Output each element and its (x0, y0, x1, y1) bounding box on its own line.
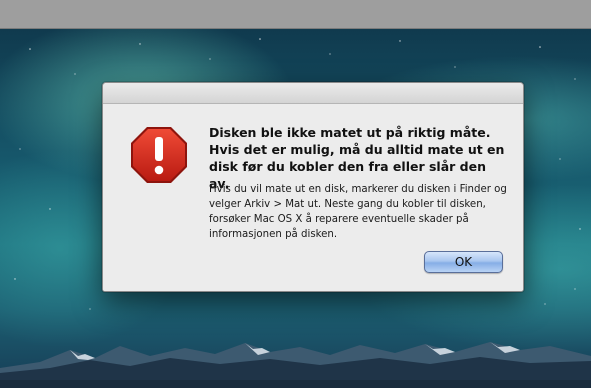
stop-exclamation-icon (131, 127, 187, 183)
top-bar (0, 0, 591, 29)
alert-details: Hvis du vil mate ut en disk, markerer du… (209, 184, 507, 240)
ok-button[interactable]: OK (424, 251, 503, 273)
wallpaper-mountains (0, 342, 591, 388)
alert-dialog: Disken ble ikke matet ut på riktig måte.… (102, 82, 524, 292)
dialog-titlebar (103, 83, 523, 104)
dialog-body: Disken ble ikke matet ut på riktig måte.… (103, 104, 523, 291)
screen: Disken ble ikke matet ut på riktig måte.… (0, 0, 591, 388)
